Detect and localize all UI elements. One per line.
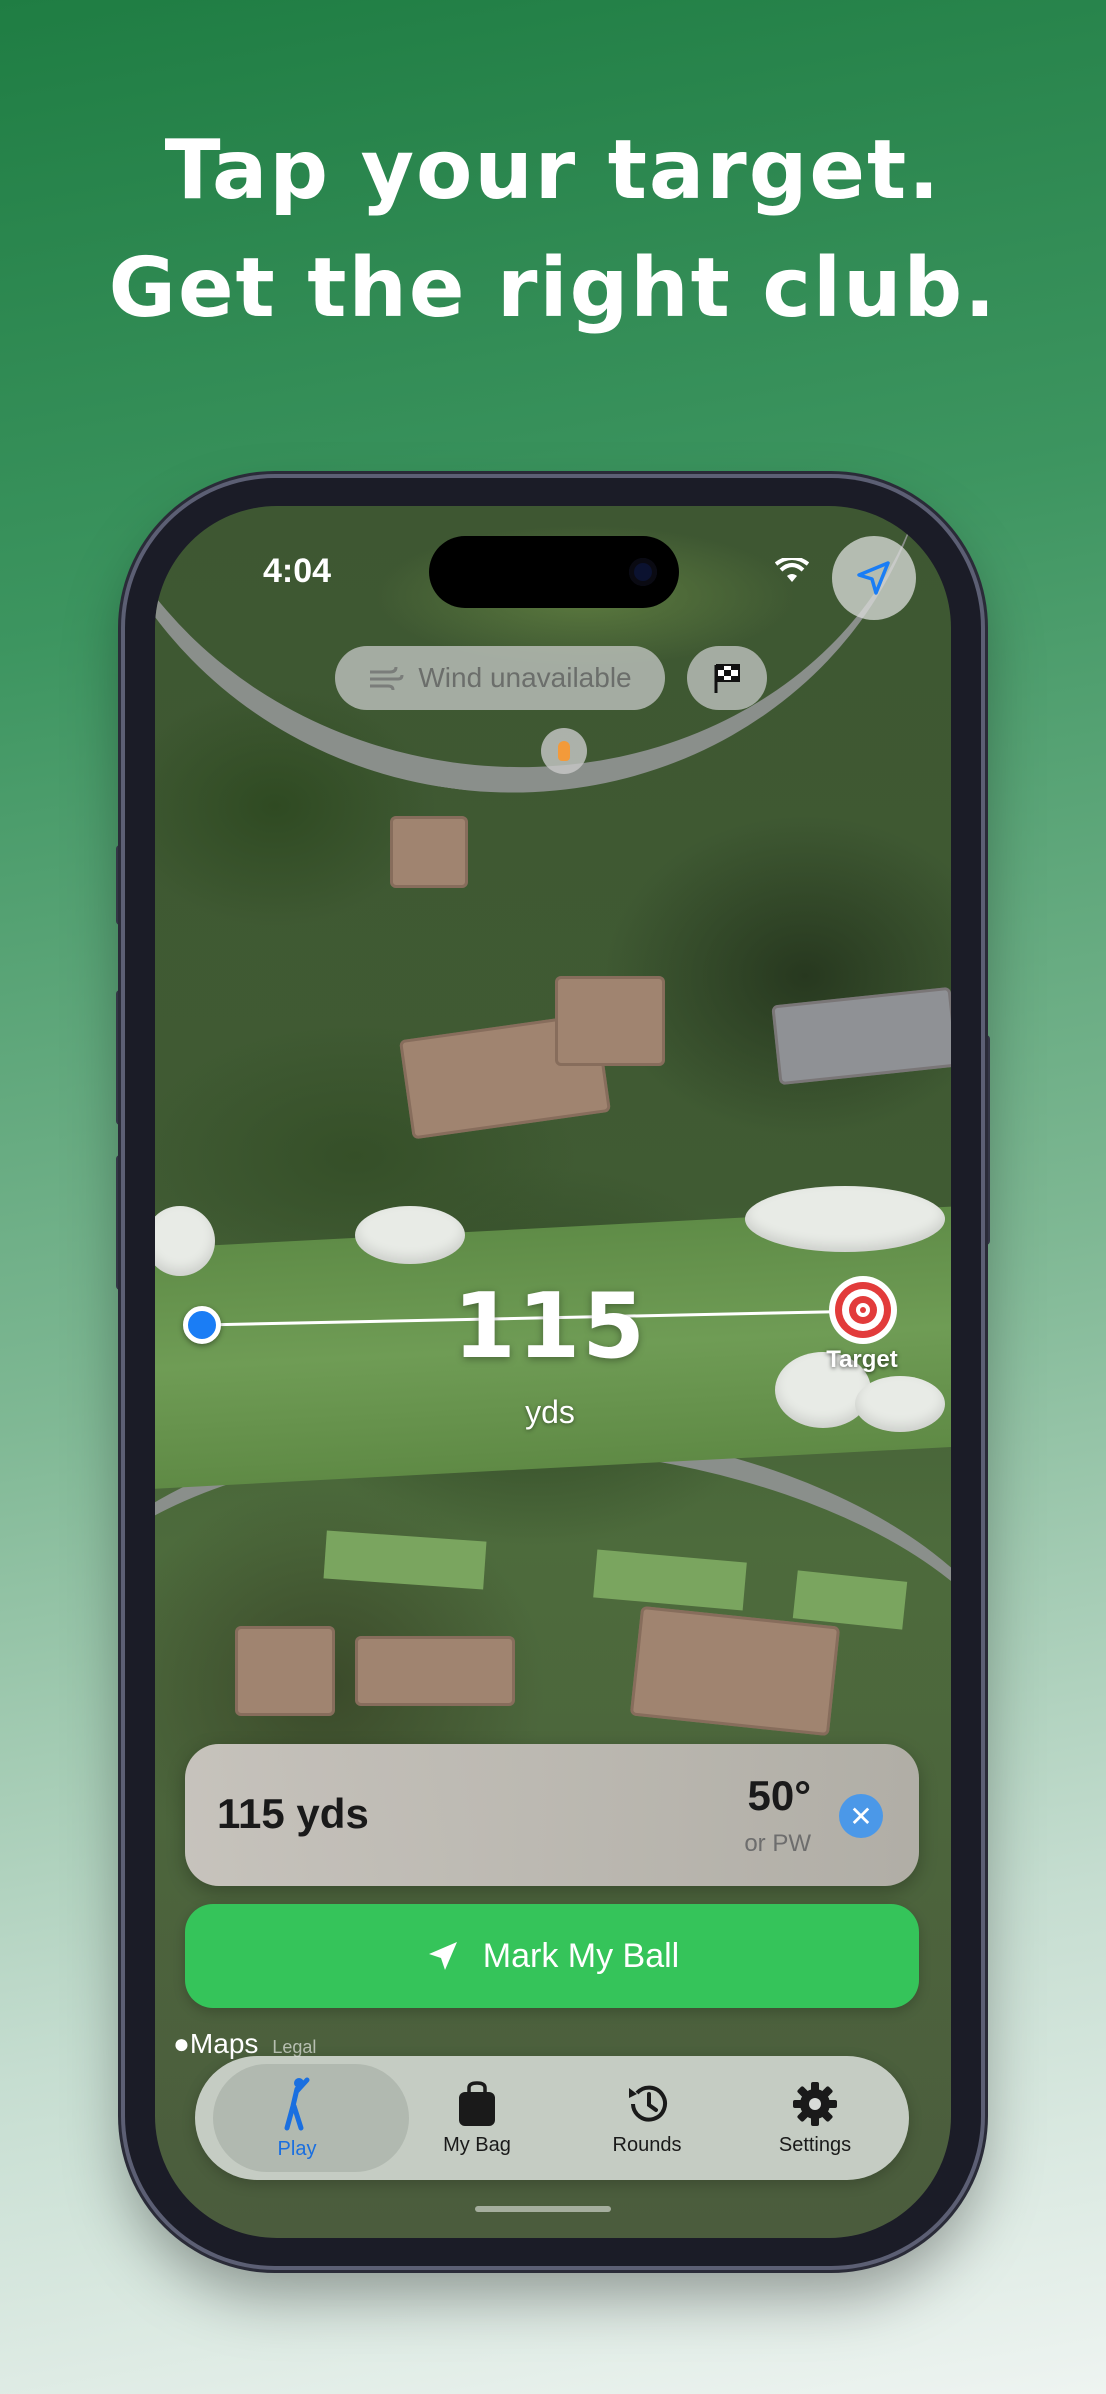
close-icon: ✕ — [849, 1800, 873, 1832]
tab-my-bag[interactable]: My Bag — [387, 2056, 567, 2180]
shot-line — [202, 1309, 872, 1327]
golfer-icon — [284, 2077, 310, 2130]
tab-my-bag-label: My Bag — [443, 2133, 511, 2156]
tab-settings[interactable]: Settings — [725, 2056, 905, 2180]
app-screen: 4:04 Wind unavailable 115 yds Target 115… — [155, 506, 951, 2238]
distance-unit: yds — [525, 1394, 575, 1430]
bag-icon — [459, 2080, 495, 2126]
recommended-club: 50° — [747, 1772, 811, 1819]
tab-bar: Play My Bag Rounds Settings — [195, 2056, 909, 2180]
location-arrow-icon — [428, 1942, 457, 1970]
target-label: Target — [826, 1346, 898, 1373]
target-icon[interactable] — [827, 1274, 899, 1346]
tab-rounds[interactable]: Rounds — [557, 2056, 737, 2180]
gear-icon — [793, 2081, 837, 2126]
marketing-headline: Tap your target. Get the right club. — [0, 112, 1106, 348]
phone-frame: 4:04 Wind unavailable 115 yds Target 115… — [125, 478, 981, 2266]
mark-my-ball-label: Mark My Ball — [482, 1936, 680, 1975]
headline-line-1: Tap your target. — [164, 123, 942, 218]
maps-credit-label: Maps — [189, 2028, 259, 2059]
tab-play[interactable]: Play — [207, 2056, 409, 2180]
history-icon — [629, 2085, 667, 2122]
club-recommendation-card: 115 yds 50° or PW ✕ — [185, 1744, 919, 1886]
legal-link[interactable]: Legal — [272, 2037, 316, 2057]
alternative-club: or PW — [744, 1830, 811, 1857]
tab-settings-label: Settings — [778, 2133, 852, 2156]
tab-rounds-label: Rounds — [612, 2133, 682, 2156]
recommended-distance: 115 yds — [217, 1790, 369, 1837]
apple-logo-icon: ● — [173, 2028, 190, 2059]
close-recommendation-button[interactable]: ✕ — [839, 1794, 883, 1838]
headline-line-2: Get the right club. — [108, 241, 998, 336]
distance-to-target: 115 — [453, 1274, 647, 1379]
mark-my-ball-button[interactable]: Mark My Ball — [185, 1904, 919, 2008]
home-indicator[interactable] — [475, 2206, 611, 2212]
tab-play-label: Play — [277, 2137, 317, 2160]
power-button — [980, 1035, 990, 1245]
ball-position-marker[interactable] — [183, 1306, 221, 1344]
